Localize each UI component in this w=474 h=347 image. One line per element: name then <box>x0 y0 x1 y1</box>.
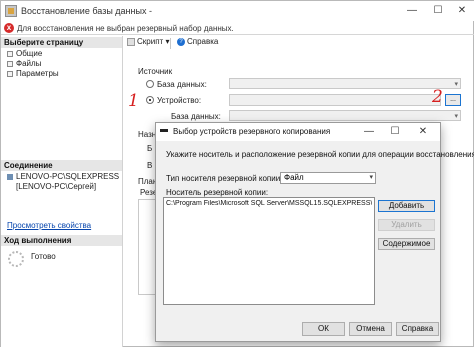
close-button[interactable]: ✕ <box>449 1 474 21</box>
error-message: Для восстановления не выбран резервный н… <box>17 24 234 33</box>
progress-header: Ход выполнения <box>1 235 122 246</box>
restore-database-window: Восстановление базы данных - — ☐ ✕ x Для… <box>0 0 474 347</box>
destination-db-label: Б <box>147 144 153 153</box>
source-label: Источник <box>138 67 173 76</box>
device-field[interactable] <box>229 94 441 106</box>
restore-to-label: В <box>147 161 153 170</box>
left-pane: Выберите страницу Общие Файлы Параметры … <box>1 36 123 347</box>
script-icon <box>127 37 135 46</box>
page-icon <box>7 60 13 67</box>
database-select[interactable]: ▾ <box>229 78 461 89</box>
server-icon <box>7 173 13 180</box>
remove-button[interactable]: Удалить <box>378 219 435 231</box>
chevron-down-icon: ▾ <box>454 81 458 88</box>
dialog-instruction: Укажите носитель и расположение резервно… <box>166 150 474 159</box>
page-icon <box>7 50 13 57</box>
error-bar: x Для восстановления не выбран резервный… <box>1 21 474 35</box>
connection-header: Соединение <box>1 160 122 171</box>
add-button[interactable]: Добавить <box>378 200 435 212</box>
dialog-icon <box>160 129 168 132</box>
toolbar-separator <box>170 38 171 49</box>
media-type-value: Файл <box>284 173 304 182</box>
page-item-files[interactable]: Файлы <box>7 59 41 68</box>
dialog-help-button[interactable]: Справка <box>396 322 439 336</box>
page-item-label: Общие <box>16 49 43 58</box>
cancel-button[interactable]: Отмена <box>349 322 392 336</box>
chevron-down-icon: ▾ <box>369 174 373 181</box>
server-name: LENOVO-PC\SQLEXPRESS <box>7 172 119 181</box>
source-database-select[interactable]: ▾ <box>229 110 461 121</box>
page-item-general[interactable]: Общие <box>7 49 42 58</box>
view-properties-link[interactable]: Просмотреть свойства <box>7 221 91 230</box>
help-button[interactable]: ? Справка <box>177 37 218 46</box>
media-type-label: Тип носителя резервной копии: <box>166 174 283 183</box>
window-title: Восстановление базы данных - <box>21 6 152 16</box>
list-item[interactable]: C:\Program Files\Microsoft SQL Server\MS… <box>166 200 372 207</box>
database-sub-label: База данных: <box>171 112 221 121</box>
dialog-close-button[interactable]: ✕ <box>412 123 434 141</box>
device-radio[interactable] <box>146 96 154 104</box>
select-page-header: Выберите страницу <box>1 37 122 48</box>
maximize-button[interactable]: ☐ <box>425 1 451 21</box>
backup-sets-grid <box>138 199 156 295</box>
chevron-down-icon: ▾ <box>165 37 170 46</box>
select-backup-devices-dialog: Выбор устройств резервного копирования —… <box>155 122 474 342</box>
error-icon: x <box>4 23 14 33</box>
backup-media-label: Носитель резервной копии: <box>166 188 269 197</box>
browse-button[interactable]: ... <box>445 94 461 106</box>
progress-status: Готово <box>31 252 56 261</box>
progress-spinner-icon <box>8 251 24 267</box>
ok-button[interactable]: ОК <box>302 322 345 336</box>
database-icon <box>5 5 17 17</box>
page-item-options[interactable]: Параметры <box>7 69 59 78</box>
media-type-select[interactable]: Файл ▾ <box>280 172 376 184</box>
help-icon: ? <box>177 37 185 46</box>
chevron-down-icon: ▾ <box>454 113 458 120</box>
destination-label: Назн <box>138 130 157 139</box>
page-item-label: Файлы <box>16 59 42 68</box>
page-icon <box>7 70 13 77</box>
dialog-title-bar: Выбор устройств резервного копирования —… <box>156 123 440 141</box>
backup-media-list[interactable]: C:\Program Files\Microsoft SQL Server\MS… <box>163 197 375 305</box>
database-radio[interactable] <box>146 80 154 88</box>
contents-button[interactable]: Содержимое <box>378 238 435 250</box>
annotation-1: 1 <box>128 91 139 111</box>
script-button[interactable]: Скрипт ▾ <box>127 37 169 46</box>
connection-user: [LENOVO-PC\Сергей] <box>16 182 97 191</box>
device-radio-label: Устройство: <box>157 96 202 105</box>
minimize-button[interactable]: — <box>399 1 425 21</box>
database-radio-label: База данных: <box>157 80 207 89</box>
dialog-title: Выбор устройств резервного копирования <box>173 127 331 136</box>
dialog-minimize-button[interactable]: — <box>358 123 380 141</box>
dialog-maximize-button[interactable]: ☐ <box>384 123 406 141</box>
page-item-label: Параметры <box>16 69 59 78</box>
annotation-2: 2 <box>432 87 443 107</box>
title-bar: Восстановление базы данных - — ☐ ✕ <box>1 1 474 21</box>
